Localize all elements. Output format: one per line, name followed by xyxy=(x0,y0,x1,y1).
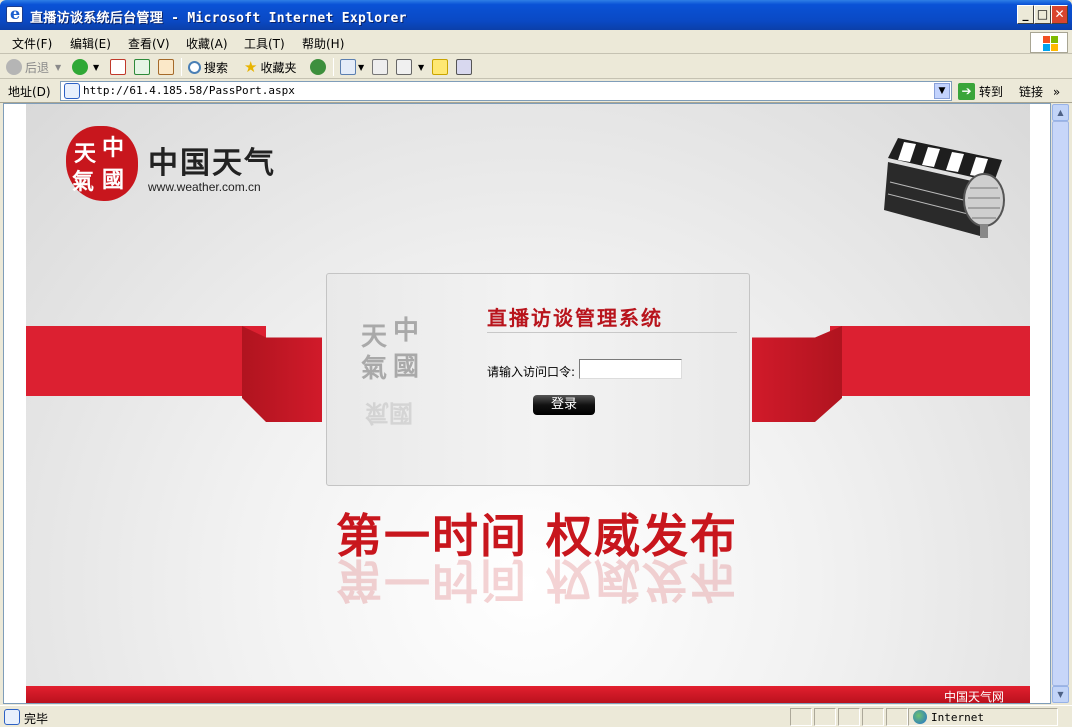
footer-bar: 中国天气网 xyxy=(26,686,1030,704)
password-input[interactable] xyxy=(579,359,682,379)
security-zone: Internet xyxy=(908,708,1058,726)
status-cell xyxy=(814,708,836,726)
favorites-button[interactable]: ★ 收藏夹 xyxy=(244,57,296,77)
status-cell xyxy=(790,708,812,726)
minimize-button[interactable]: _ xyxy=(1017,5,1034,24)
watermark-seal-logo: 天 中 氣 國 氣國 xyxy=(361,316,420,428)
login-button[interactable]: 登录 xyxy=(533,395,595,415)
chevron-down-icon: ▼ xyxy=(93,62,100,72)
ie-icon xyxy=(6,4,23,23)
address-label: 地址(D) xyxy=(8,85,51,99)
status-text: 完毕 xyxy=(24,712,49,726)
toolbar: 后退 ▼ ▼ 搜索 ★ 收藏夹 ▼ ▼ xyxy=(0,54,1072,79)
menu-help[interactable]: 帮助(H) xyxy=(302,35,344,52)
links-label: 链接 xyxy=(1019,85,1044,99)
status-bar: 完毕 Internet xyxy=(0,705,1072,727)
stop-icon xyxy=(110,59,126,75)
back-label: 后退 xyxy=(25,60,50,75)
mail-button[interactable]: ▼ xyxy=(340,57,364,77)
title-bar: 直播访谈系统后台管理 - Microsoft Internet Explorer… xyxy=(0,0,1072,30)
address-input[interactable]: http://61.4.185.58/PassPort.aspx ▼ xyxy=(60,81,952,101)
vertical-scrollbar[interactable]: ▲ ▼ xyxy=(1051,104,1069,703)
maximize-button[interactable]: □ xyxy=(1034,5,1051,24)
menu-bar: 文件(F) 编辑(E) 查看(V) 收藏(A) 工具(T) 帮助(H) xyxy=(0,30,1072,54)
forward-button[interactable]: ▼ xyxy=(72,57,99,77)
links-button[interactable]: 链接 » xyxy=(1019,83,1060,100)
chevron-down-icon: ▼ xyxy=(358,62,365,72)
close-button[interactable]: ✕ xyxy=(1051,5,1068,24)
go-button[interactable]: ➔ 转到 xyxy=(958,81,1003,101)
right-ribbon xyxy=(830,326,1030,396)
print-button[interactable] xyxy=(372,57,388,77)
left-ribbon-fold xyxy=(242,326,322,422)
edit-page-icon xyxy=(396,59,412,75)
brand-url: www.weather.com.cn xyxy=(148,180,261,194)
address-url[interactable]: http://61.4.185.58/PassPort.aspx xyxy=(83,84,295,97)
status-cell xyxy=(838,708,860,726)
toolbar-separator xyxy=(333,58,334,76)
note-icon xyxy=(432,59,448,75)
media-button[interactable] xyxy=(310,57,329,77)
menu-view[interactable]: 查看(V) xyxy=(128,35,170,52)
search-label: 搜索 xyxy=(204,60,229,75)
menu-file[interactable]: 文件(F) xyxy=(12,35,52,52)
window-title: 直播访谈系统后台管理 - Microsoft Internet Explorer xyxy=(30,11,407,26)
go-arrow-icon: ➔ xyxy=(958,82,975,100)
back-button[interactable]: 后退 ▼ xyxy=(6,57,61,77)
browser-viewport: 天 中 氣 國 中国天气 www.weather.com.cn 天 中 氣 國 … xyxy=(3,103,1051,704)
home-icon xyxy=(158,59,174,75)
scroll-down-icon[interactable]: ▼ xyxy=(1052,686,1069,703)
page-icon xyxy=(4,709,20,725)
search-icon xyxy=(188,60,201,74)
research-icon xyxy=(456,59,472,75)
slogan-reflection: 第一时间 权威发布 xyxy=(336,553,739,607)
scroll-up-icon[interactable]: ▲ xyxy=(1052,104,1069,121)
chevron-down-icon: ▼ xyxy=(55,62,62,72)
chevron-right-icon: » xyxy=(1052,85,1061,99)
status-cell xyxy=(862,708,884,726)
address-bar: 地址(D) http://61.4.185.58/PassPort.aspx ▼… xyxy=(0,79,1072,103)
refresh-icon xyxy=(134,59,150,75)
login-panel: 天 中 氣 國 氣國 直播访谈管理系统 请输入访问口令: 登录 xyxy=(326,273,750,486)
status-cell xyxy=(886,708,908,726)
brand-name: 中国天气 xyxy=(148,146,276,181)
home-button[interactable] xyxy=(158,57,174,77)
refresh-button[interactable] xyxy=(134,57,150,77)
stop-button[interactable] xyxy=(110,57,126,77)
address-dropdown-icon[interactable]: ▼ xyxy=(934,83,950,99)
mail-icon xyxy=(340,59,356,75)
menu-edit[interactable]: 编辑(E) xyxy=(70,35,111,52)
login-page: 天 中 氣 國 中国天气 www.weather.com.cn 天 中 氣 國 … xyxy=(26,104,1030,704)
menu-favorites[interactable]: 收藏(A) xyxy=(186,35,228,52)
menu-tools[interactable]: 工具(T) xyxy=(244,35,285,52)
research-button[interactable] xyxy=(456,57,472,77)
clapperboard-microphone-icon xyxy=(884,138,1005,238)
chevron-down-icon: ▼ xyxy=(418,62,425,72)
weather-seal-logo: 天 中 氣 國 xyxy=(66,126,138,201)
print-icon xyxy=(372,59,388,75)
page-icon xyxy=(64,83,80,99)
title-divider xyxy=(487,332,737,333)
toolbar-separator xyxy=(181,58,182,76)
windows-logo-icon xyxy=(1030,32,1068,53)
go-label: 转到 xyxy=(979,84,1004,99)
scroll-thumb[interactable] xyxy=(1052,121,1069,686)
right-ribbon-fold xyxy=(752,326,842,422)
discuss-button[interactable] xyxy=(432,57,448,77)
password-label: 请输入访问口令: xyxy=(487,365,576,379)
zone-label: Internet xyxy=(931,711,984,724)
left-ribbon xyxy=(26,326,266,396)
panel-title: 直播访谈管理系统 xyxy=(487,306,663,330)
forward-arrow-icon xyxy=(72,59,88,75)
star-icon: ★ xyxy=(244,58,258,76)
globe-icon xyxy=(913,710,927,724)
back-arrow-icon xyxy=(6,59,22,75)
edit-button[interactable]: ▼ xyxy=(396,57,424,77)
media-icon xyxy=(310,59,326,75)
search-button[interactable]: 搜索 xyxy=(188,57,228,77)
favorites-label: 收藏夹 xyxy=(260,60,297,75)
footer-text: 中国天气网 xyxy=(943,690,1004,704)
